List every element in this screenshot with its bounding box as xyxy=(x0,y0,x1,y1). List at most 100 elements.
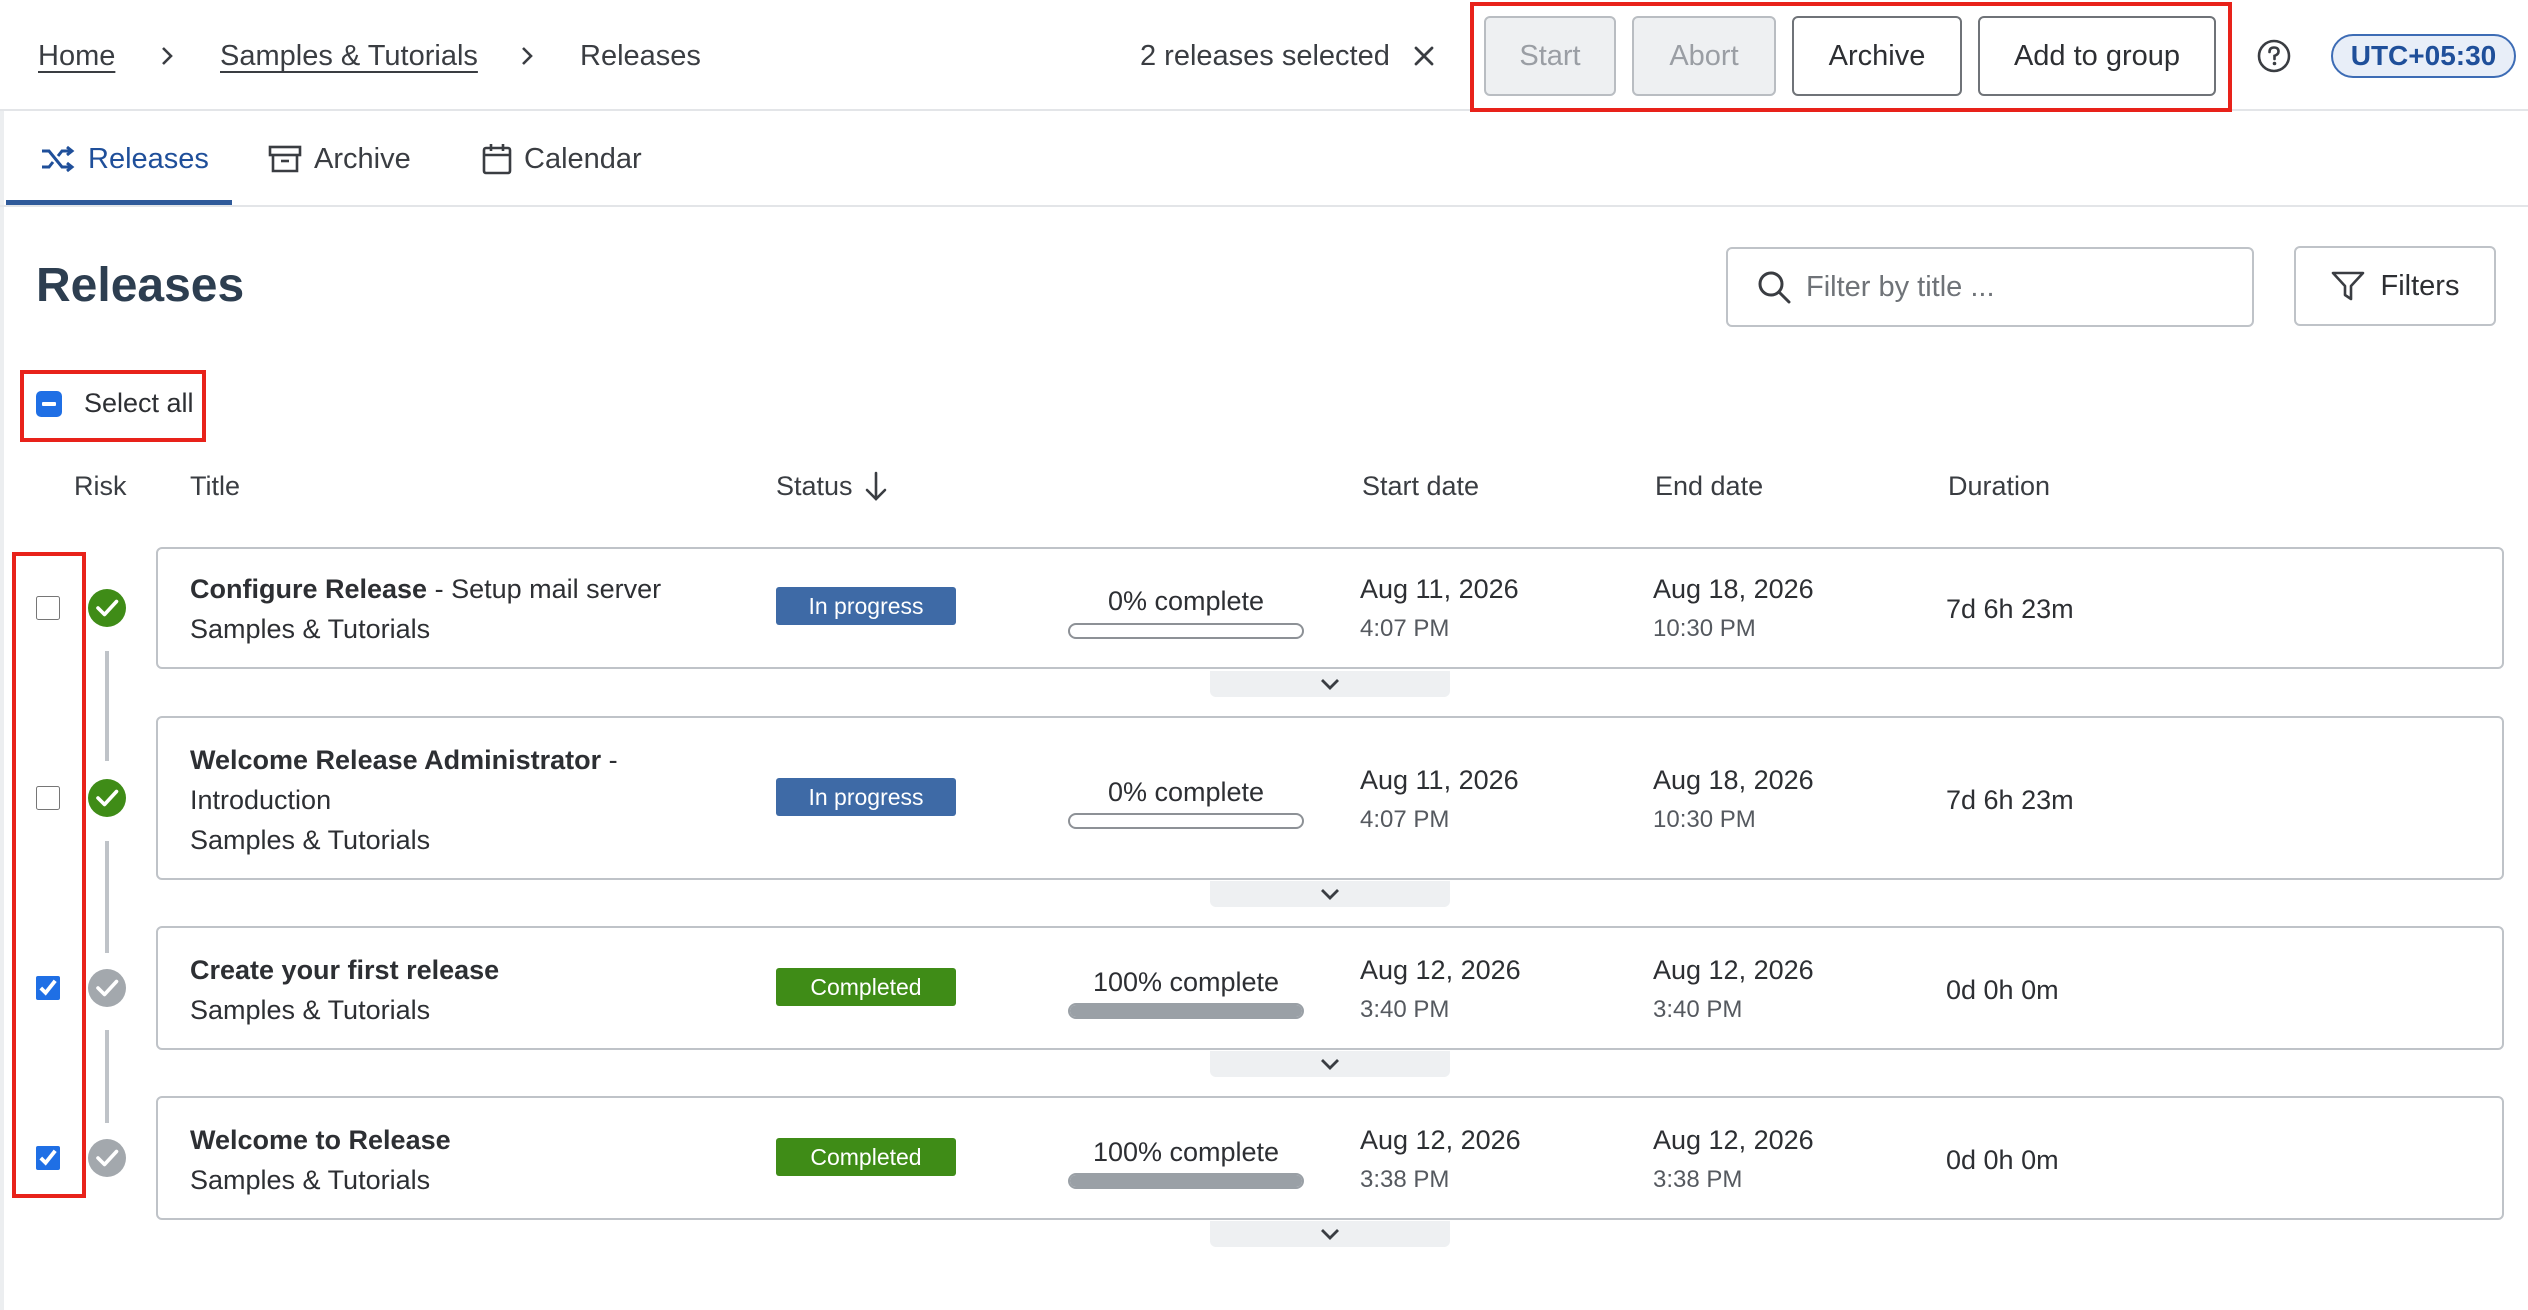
release-title[interactable]: Create your first release xyxy=(190,950,750,990)
search-input[interactable] xyxy=(1806,270,2226,304)
expand-row-button[interactable] xyxy=(1210,1051,1450,1077)
tab-archive[interactable]: Archive xyxy=(268,111,411,207)
status-badge: In progress xyxy=(776,587,956,625)
status-badge: Completed xyxy=(776,968,956,1006)
release-title[interactable]: Welcome Release Administrator - xyxy=(190,740,750,780)
column-header-duration[interactable]: Duration xyxy=(1948,466,2050,506)
left-edge-divider xyxy=(0,111,4,1310)
start-time: 4:07 PM xyxy=(1360,615,1450,642)
tab-bar: Releases Archive Calendar xyxy=(0,111,2528,207)
tab-releases[interactable]: Releases xyxy=(40,111,209,207)
status-badge: Completed xyxy=(776,1138,956,1176)
start-time: 4:07 PM xyxy=(1360,806,1450,833)
release-name: Create your first release xyxy=(190,955,500,985)
row-checkbox[interactable] xyxy=(36,976,60,1000)
page-title: Releases xyxy=(36,259,245,312)
chevron-down-icon xyxy=(1321,889,1339,900)
start-button[interactable]: Start xyxy=(1484,16,1616,96)
row-checkbox[interactable] xyxy=(36,1146,60,1170)
clear-selection-icon[interactable] xyxy=(1406,38,1442,74)
chevron-down-icon xyxy=(1321,679,1339,690)
selection-count: 2 releases selected xyxy=(1140,40,1390,72)
filters-button[interactable]: Filters xyxy=(2294,246,2496,326)
start-date: Aug 12, 2026 xyxy=(1360,955,1521,985)
expand-row-button[interactable] xyxy=(1210,671,1450,697)
tab-releases-label: Releases xyxy=(88,142,209,175)
duration: 7d 6h 23m xyxy=(1946,594,2074,624)
timezone-badge[interactable]: UTC+05:30 xyxy=(2331,34,2516,78)
end-date: Aug 12, 2026 xyxy=(1653,1125,1814,1155)
breadcrumb-home[interactable]: Home xyxy=(38,34,115,78)
progress-label: 100% complete xyxy=(1092,1137,1280,1167)
release-folder: Samples & Tutorials xyxy=(190,995,431,1025)
chevron-down-icon xyxy=(1321,1229,1339,1240)
timeline-connector xyxy=(105,651,109,761)
end-date: Aug 18, 2026 xyxy=(1653,765,1814,795)
column-header-title[interactable]: Title xyxy=(190,466,240,506)
timeline-connector xyxy=(105,1030,109,1123)
progress-bar xyxy=(1068,623,1304,639)
risk-done-check-icon xyxy=(88,1139,126,1177)
sort-descending-icon[interactable] xyxy=(862,470,890,504)
duration: 0d 0h 0m xyxy=(1946,1145,2059,1175)
progress-bar xyxy=(1068,813,1304,829)
shuffle-icon xyxy=(42,145,75,173)
end-time: 3:38 PM xyxy=(1653,1166,1743,1193)
calendar-icon xyxy=(482,144,512,175)
row-checkbox[interactable] xyxy=(36,786,60,810)
archive-button[interactable]: Archive xyxy=(1792,16,1962,96)
column-header-end-date[interactable]: End date xyxy=(1655,466,1763,506)
duration: 7d 6h 23m xyxy=(1946,785,2074,815)
release-title[interactable]: Configure Release - Setup mail server xyxy=(190,569,750,609)
release-name: Welcome Release Administrator xyxy=(190,745,602,775)
column-header-start-date[interactable]: Start date xyxy=(1362,466,1479,506)
release-card[interactable]: Welcome to Release Samples & Tutorials C… xyxy=(156,1096,2504,1220)
release-folder: Samples & Tutorials xyxy=(190,614,431,644)
expand-row-button[interactable] xyxy=(1210,1221,1450,1247)
progress-label: 0% complete xyxy=(1107,586,1265,616)
progress-label: 0% complete xyxy=(1107,777,1265,807)
risk-ok-check-icon xyxy=(88,779,126,817)
chevron-down-icon xyxy=(1321,1059,1339,1070)
end-date: Aug 18, 2026 xyxy=(1653,574,1814,604)
select-all-checkbox[interactable]: Select all xyxy=(36,388,194,419)
timeline-connector xyxy=(105,841,109,953)
end-date: Aug 12, 2026 xyxy=(1653,955,1814,985)
tab-calendar-label: Calendar xyxy=(524,142,642,175)
risk-ok-check-icon xyxy=(88,589,126,627)
release-subtitle: - xyxy=(601,745,618,775)
add-to-group-button[interactable]: Add to group xyxy=(1978,16,2216,96)
start-date: Aug 11, 2026 xyxy=(1360,765,1519,795)
release-name: Welcome to Release xyxy=(190,1125,451,1155)
archive-box-icon xyxy=(268,145,302,173)
release-title[interactable]: Welcome to Release xyxy=(190,1120,750,1160)
tab-archive-label: Archive xyxy=(314,142,411,175)
expand-row-button[interactable] xyxy=(1210,881,1450,907)
release-card[interactable]: Create your first release Samples & Tuto… xyxy=(156,926,2504,1050)
column-header-status[interactable]: Status xyxy=(776,466,853,506)
filters-label: Filters xyxy=(2380,269,2460,302)
chevron-right-icon xyxy=(522,47,533,65)
help-icon[interactable] xyxy=(2254,36,2294,76)
release-subtitle-line: Introduction xyxy=(190,785,332,815)
row-checkboxes-highlight xyxy=(12,552,86,1198)
abort-button[interactable]: Abort xyxy=(1632,16,1776,96)
release-card[interactable]: Welcome Release Administrator - Introduc… xyxy=(156,716,2504,880)
risk-done-check-icon xyxy=(88,969,126,1007)
top-bar: Home Samples & Tutorials Releases 2 rele… xyxy=(0,0,2528,112)
tab-calendar[interactable]: Calendar xyxy=(482,111,642,207)
progress-label: 100% complete xyxy=(1092,967,1280,997)
release-card[interactable]: Configure Release - Setup mail server Sa… xyxy=(156,547,2504,669)
status-badge: In progress xyxy=(776,778,956,816)
column-header-risk: Risk xyxy=(74,471,127,501)
select-all-label: Select all xyxy=(84,388,194,418)
end-time: 10:30 PM xyxy=(1653,615,1756,642)
start-time: 3:38 PM xyxy=(1360,1166,1450,1193)
search-box xyxy=(1726,247,2254,327)
row-checkbox[interactable] xyxy=(36,596,60,620)
breadcrumb-folder[interactable]: Samples & Tutorials xyxy=(220,34,478,78)
start-date: Aug 11, 2026 xyxy=(1360,574,1519,604)
breadcrumb-current: Releases xyxy=(580,40,701,72)
release-folder: Samples & Tutorials xyxy=(190,1165,431,1195)
end-time: 3:40 PM xyxy=(1653,996,1743,1023)
